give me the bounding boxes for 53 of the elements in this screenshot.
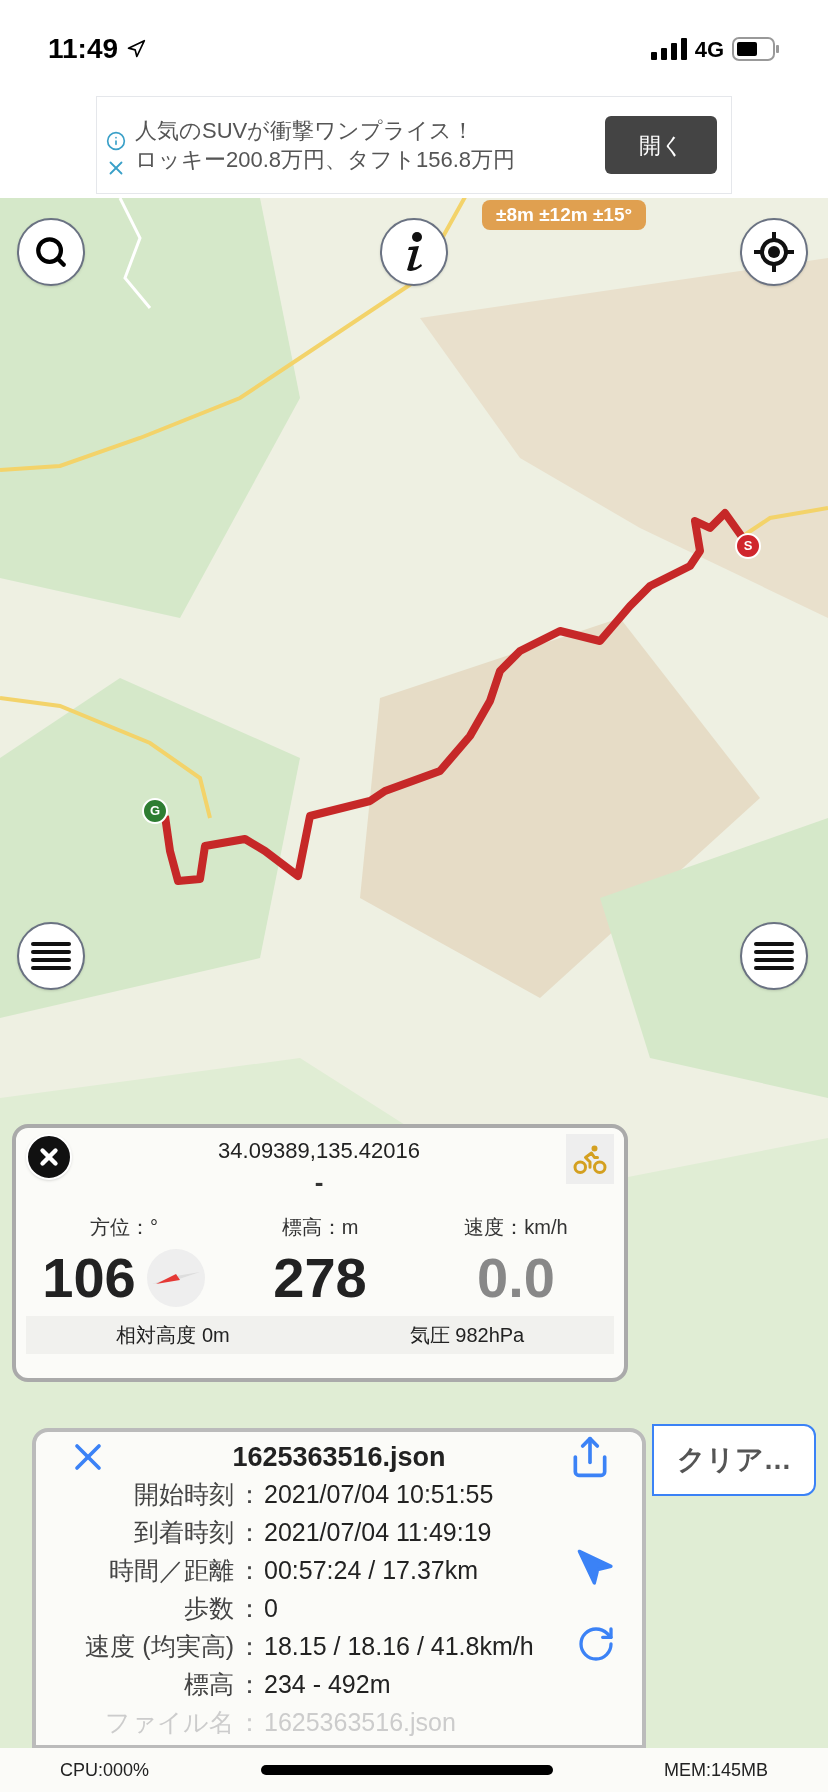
ad-text: 人気のSUVが衝撃ワンプライス！ <box>135 117 476 145</box>
crosshair-icon <box>754 232 794 272</box>
field-value: 18.15 / 18.16 / 41.8km/h <box>264 1631 534 1663</box>
place-text: - <box>314 1167 324 1197</box>
field-value: 2021/07/04 11:49:19 <box>264 1517 492 1549</box>
field-separator: ： <box>235 1707 263 1739</box>
location-arrow-icon <box>126 39 147 59</box>
navigate-icon[interactable] <box>576 1548 616 1588</box>
compass-icon <box>145 1248 206 1308</box>
field-label: 到着時刻 <box>133 1517 234 1549</box>
field-value: 2021/07/04 10:51:55 <box>264 1479 494 1511</box>
battery-icon <box>732 37 780 61</box>
metric-label: 方位：° <box>90 1215 158 1240</box>
accuracy-badge: ±8m ±12m ±15° <box>482 200 647 230</box>
field-separator: ： <box>235 1631 263 1663</box>
field-separator: ： <box>235 1479 263 1511</box>
field-separator: ： <box>235 1555 263 1587</box>
field-label: 開始時刻 <box>133 1479 234 1511</box>
clock-time: 11:49 <box>48 32 119 66</box>
cpu-text: CPU:000% <box>60 1758 150 1782</box>
info-icon <box>106 131 126 151</box>
field-separator: ： <box>235 1669 263 1701</box>
clear-button[interactable]: クリア… <box>652 1424 816 1496</box>
coordinates-text: 34.09389,135.42016 <box>218 1137 420 1165</box>
status-text: 相対高度 0m <box>115 1323 231 1348</box>
field-label: 時間／距離 <box>108 1555 234 1587</box>
metric-value: 278 <box>273 1245 367 1311</box>
field-value: 0 <box>264 1593 278 1625</box>
field-separator: ： <box>235 1517 263 1549</box>
network-type: 4G <box>694 35 724 64</box>
field-label: 歩数 <box>183 1593 234 1625</box>
status-text: 気圧 982hPa <box>408 1323 526 1348</box>
metric-label: 速度：km/h <box>464 1215 568 1240</box>
field-label: 速度 (均実高) <box>84 1631 234 1663</box>
signal-icon <box>650 38 687 60</box>
open-button[interactable]: 開く <box>605 116 717 174</box>
close-button[interactable] <box>26 1134 72 1180</box>
field-value: 00:57:24 / 17.37km <box>264 1555 479 1587</box>
menu-icon <box>754 940 794 972</box>
field-value: 234 - 492m <box>264 1669 391 1701</box>
field-separator: ： <box>235 1593 263 1625</box>
metric-label: 標高：m <box>281 1215 359 1240</box>
ad-text: ロッキー200.8万円、タフト156.8万円 <box>135 146 517 174</box>
refresh-icon[interactable] <box>576 1624 616 1664</box>
info-button[interactable] <box>380 218 448 286</box>
memory-text: MEM:145MB <box>663 1758 768 1782</box>
metric-value: 0.0 <box>477 1245 555 1311</box>
file-title: 1625363516.json <box>232 1440 446 1474</box>
metric-value: 106 <box>42 1245 136 1311</box>
menu-icon <box>31 940 71 972</box>
search-icon <box>34 235 68 269</box>
locate-button[interactable] <box>740 218 808 286</box>
field-label: 標高 <box>183 1669 234 1701</box>
